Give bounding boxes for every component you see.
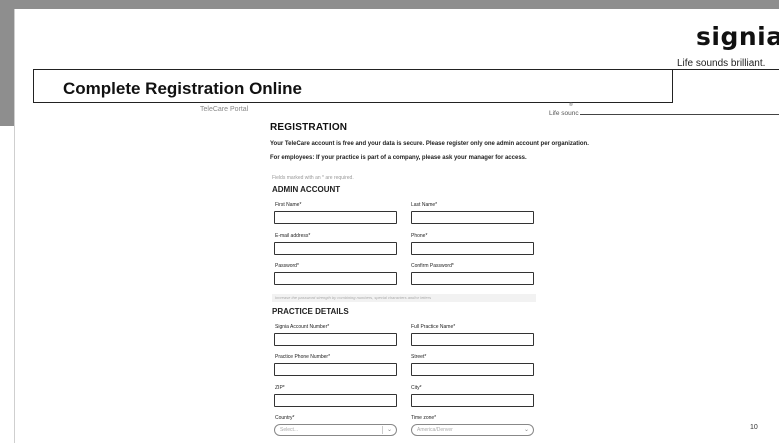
logo-tagline: Life sounds brilliant. xyxy=(677,58,766,69)
practice-name-input[interactable] xyxy=(411,333,534,346)
slide-title-box: Complete Registration Online xyxy=(33,69,673,103)
country-select[interactable]: Select... ⌄ xyxy=(274,424,397,436)
portal-label: TeleCare Portal xyxy=(200,106,249,113)
timezone-select[interactable]: America/Denver ⌄ xyxy=(411,424,534,436)
confirm-password-input[interactable] xyxy=(411,272,534,285)
zip-label: ZIP* xyxy=(275,385,285,391)
last-name-label: Last Name* xyxy=(411,202,438,208)
password-input[interactable] xyxy=(274,272,397,285)
chevron-down-icon: ⌄ xyxy=(386,427,392,433)
intro-text-1: Your TeleCare account is free and your d… xyxy=(270,141,589,147)
intro-text-2: For employees: If your practice is part … xyxy=(270,155,527,161)
select-divider xyxy=(382,426,383,434)
registration-title: REGISTRATION xyxy=(270,122,348,133)
practice-section-title: PRACTICE DETAILS xyxy=(272,307,349,316)
inner-rule xyxy=(580,114,779,115)
city-label: City* xyxy=(411,385,422,391)
timezone-label: Time zone* xyxy=(411,415,437,421)
signia-logo: signia xyxy=(696,22,779,51)
admin-section-title: ADMIN ACCOUNT xyxy=(272,185,341,194)
practice-name-label: Full Practice Name* xyxy=(411,324,456,330)
email-input[interactable] xyxy=(274,242,397,255)
email-label: E-mail address* xyxy=(275,233,311,239)
phone-input[interactable] xyxy=(411,242,534,255)
account-number-label: Signia Account Number* xyxy=(275,324,330,330)
left-border xyxy=(0,0,14,126)
top-border xyxy=(0,0,779,9)
street-input[interactable] xyxy=(411,363,534,376)
chevron-down-icon: ⌄ xyxy=(523,427,529,433)
first-name-input[interactable] xyxy=(274,211,397,224)
inner-tagline: Life sounc xyxy=(549,110,579,117)
inner-logo-mark: ® xyxy=(569,102,573,108)
page-number: 10 xyxy=(750,424,758,431)
country-select-value: Select... xyxy=(280,427,299,433)
timezone-select-value: America/Denver xyxy=(417,427,453,433)
phone-label: Phone* xyxy=(411,233,428,239)
title-rule xyxy=(673,69,779,70)
slide-title: Complete Registration Online xyxy=(63,79,302,98)
practice-phone-input[interactable] xyxy=(274,363,397,376)
confirm-password-label: Confirm Password* xyxy=(411,263,454,269)
city-input[interactable] xyxy=(411,394,534,407)
account-number-input[interactable] xyxy=(274,333,397,346)
practice-phone-label: Practice Phone Number* xyxy=(275,354,331,360)
zip-input[interactable] xyxy=(274,394,397,407)
first-name-label: First Name* xyxy=(275,202,302,208)
last-name-input[interactable] xyxy=(411,211,534,224)
password-hint: Increase the password strength by combin… xyxy=(272,294,536,302)
country-label: Country* xyxy=(275,415,295,421)
street-label: Street* xyxy=(411,354,427,360)
required-note: Fields marked with an * are required. xyxy=(272,175,354,181)
password-label: Password* xyxy=(275,263,299,269)
